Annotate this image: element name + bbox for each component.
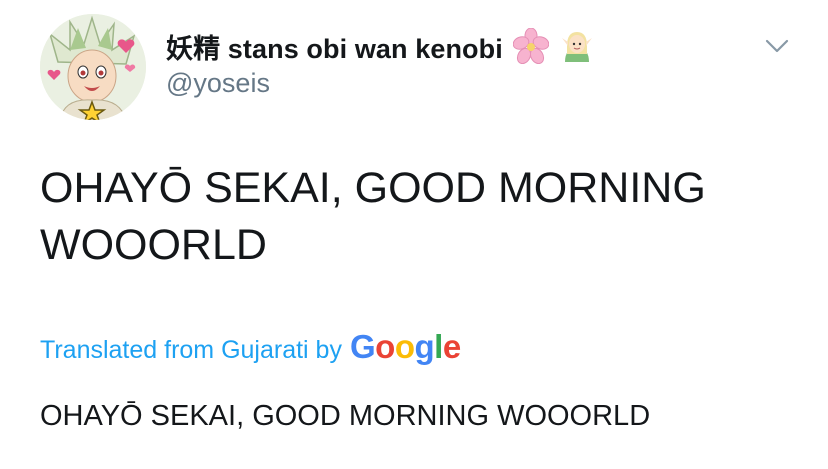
tweet-header: 妖精 stans obi wan kenobi @yoseis [166,26,595,99]
cherry-blossom-emoji [512,28,549,64]
google-logo-letter: o [375,328,395,365]
tweet-text: OHAYŌ SEKAI, GOOD MORNING WOOORLD [40,164,706,269]
translation-attribution: Translated from Gujarati by Google [40,328,461,366]
chevron-down-icon[interactable] [764,36,790,56]
google-logo-letter: l [434,328,443,365]
display-name-row: 妖精 stans obi wan kenobi [166,26,595,66]
user-handle[interactable]: @yoseis [166,68,595,99]
elf-emoji [559,28,595,64]
translation-label[interactable]: Translated from Gujarati by [40,336,342,365]
anime-character-avatar [40,14,146,120]
google-logo-letter: g [414,328,435,365]
translated-text: OHAYŌ SEKAI, GOOD MORNING WOOORLD [40,400,651,432]
avatar[interactable] [40,14,146,120]
display-name[interactable]: 妖精 stans obi wan kenobi [166,27,503,66]
google-logo-letter: G [349,328,376,365]
google-logo-letter: o [394,328,415,365]
google-logo[interactable]: Google [350,328,461,366]
tweet: 妖精 stans obi wan kenobi @yoseis OHAYŌ SE… [0,0,828,469]
google-logo-letter: e [442,328,461,365]
